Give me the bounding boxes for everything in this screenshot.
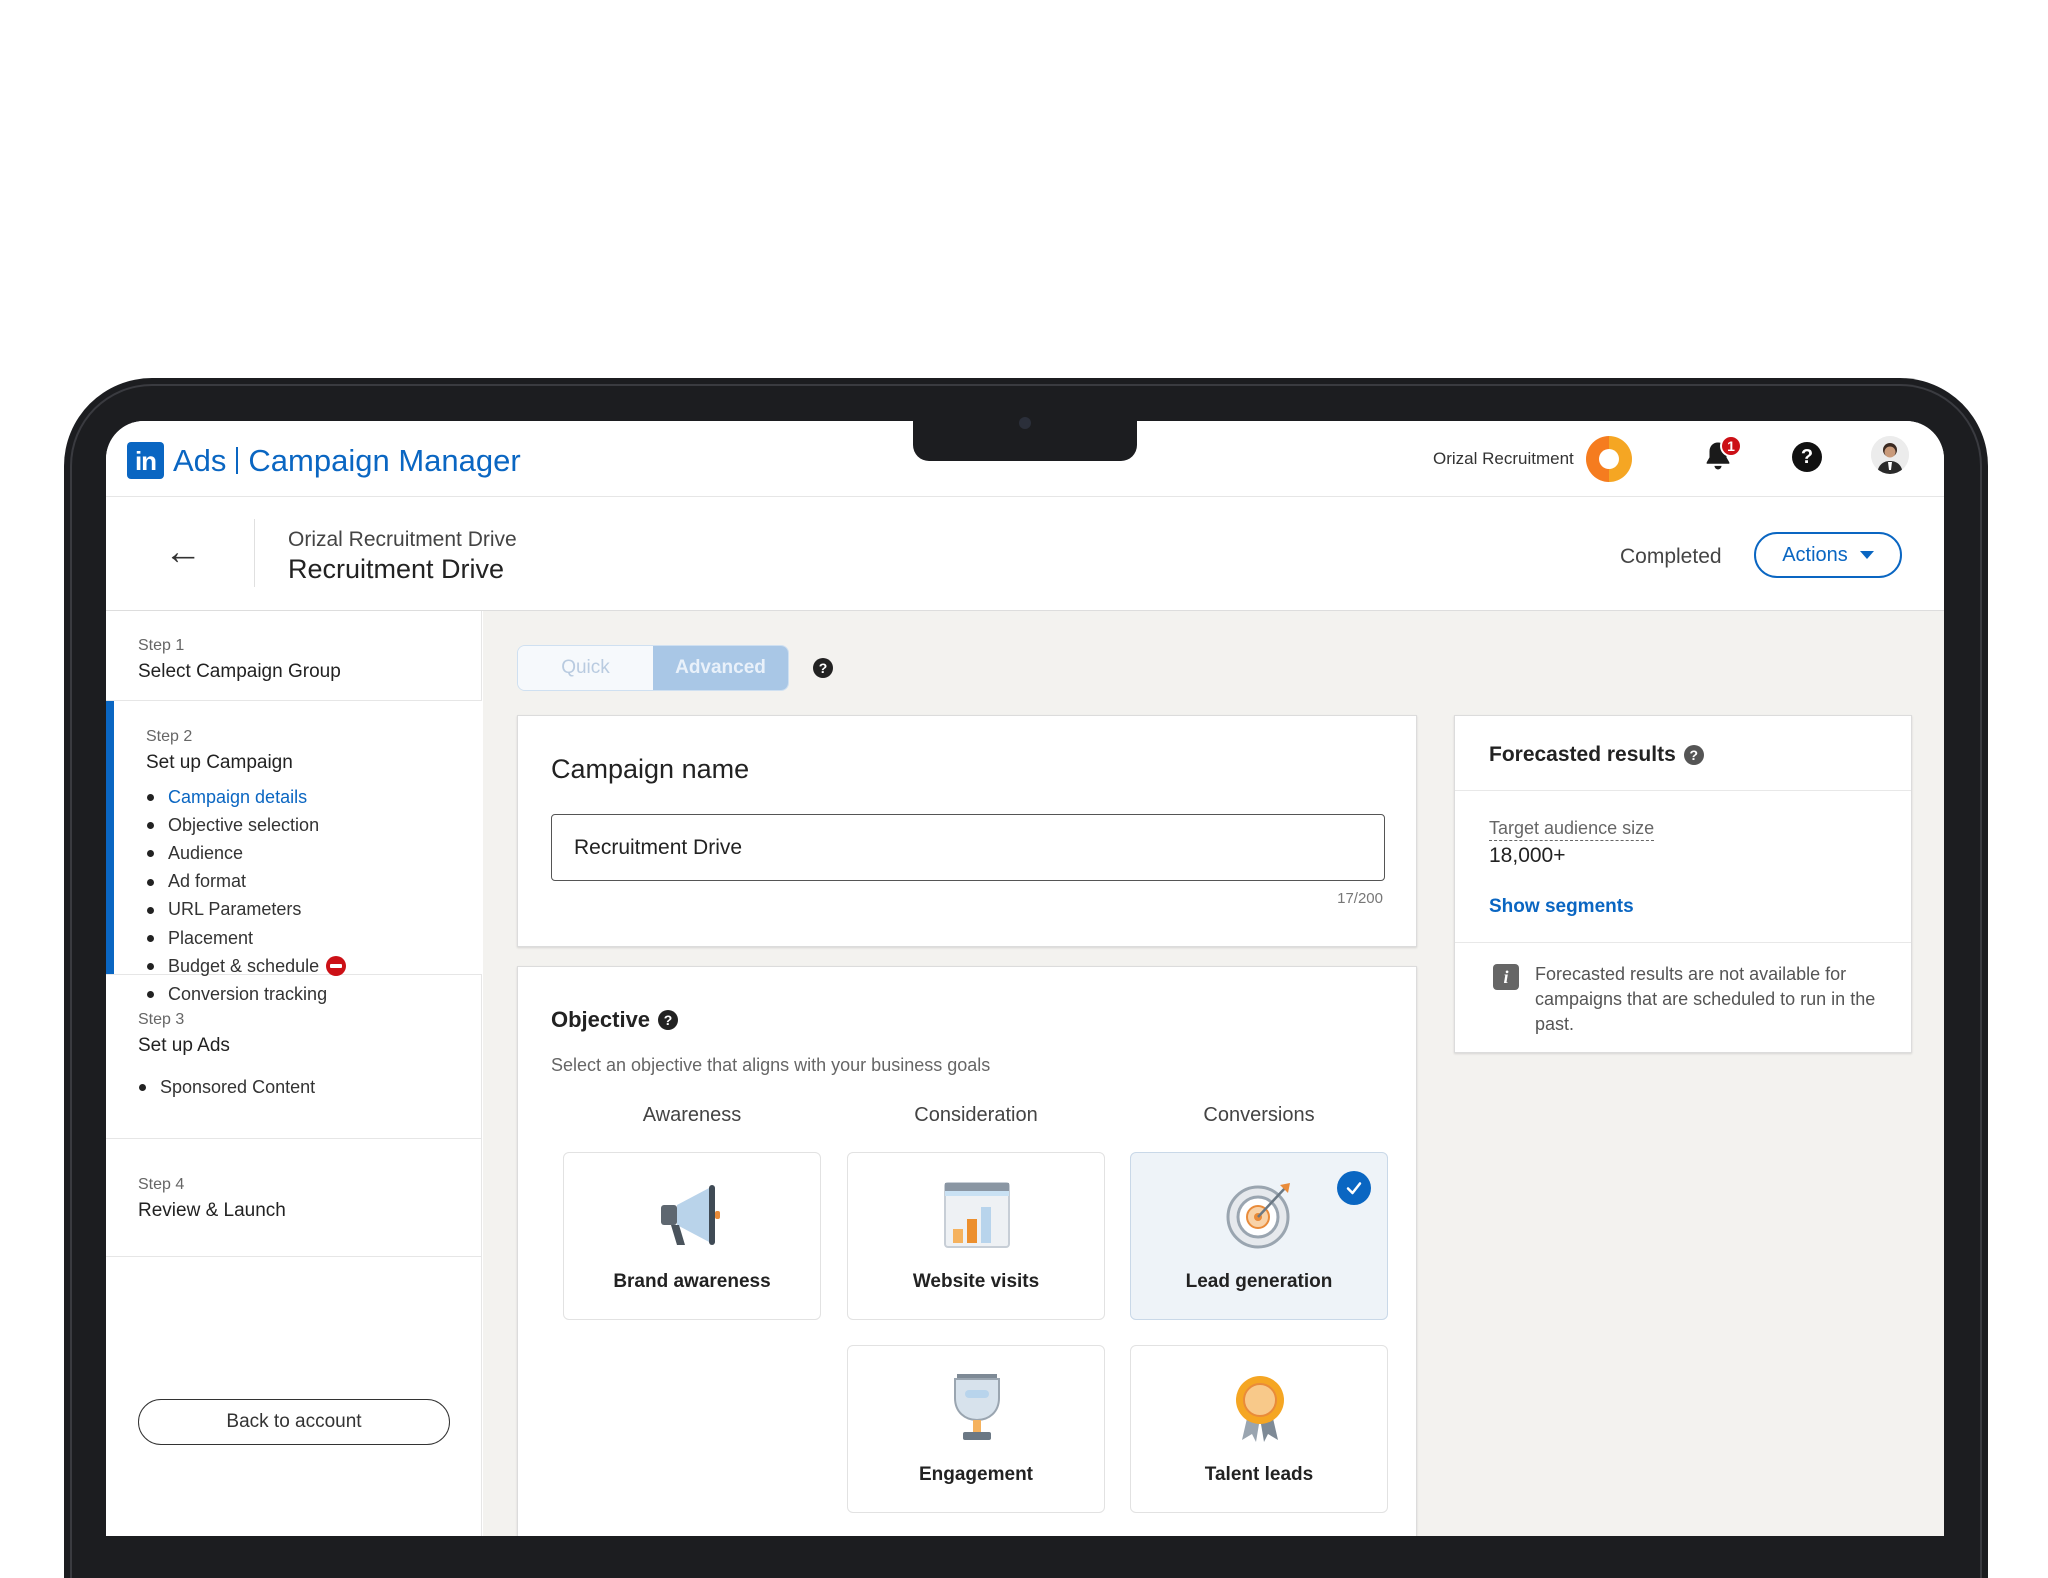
actions-dropdown-button[interactable]: Actions — [1754, 532, 1902, 578]
substep-objective-selection[interactable]: Objective selection — [146, 811, 346, 839]
header-divider — [254, 519, 255, 587]
substep-url-parameters[interactable]: URL Parameters — [146, 896, 346, 924]
substep-audience[interactable]: Audience — [146, 839, 346, 867]
tile-label: Lead generation — [1185, 1271, 1333, 1292]
tile-label: Talent leads — [1204, 1464, 1314, 1485]
back-to-account-button[interactable]: Back to account — [138, 1399, 450, 1445]
actions-label: Actions — [1782, 543, 1848, 566]
steps-sidebar: Step 1 Select Campaign Group Step 2 Set … — [106, 611, 482, 1536]
tile-label: Brand awareness — [613, 1271, 771, 1292]
user-avatar[interactable] — [1871, 436, 1909, 474]
step-label: Step 2 — [146, 728, 193, 745]
bar-chart-window-icon — [944, 1182, 1010, 1248]
objective-card: Objective ? Select an objective that ali… — [517, 966, 1417, 1536]
target-audience-label[interactable]: Target audience size — [1489, 818, 1655, 841]
forecast-heading: Forecasted results ? — [1489, 743, 1704, 767]
objective-tile-engagement[interactable]: Engagement — [847, 1345, 1105, 1513]
brand-logo[interactable]: in Ads Campaign Manager — [127, 442, 521, 479]
target-audience-value: 18,000+ — [1489, 844, 1566, 867]
trophy-icon — [954, 1374, 1000, 1440]
substep-sponsored-content[interactable]: Sponsored Content — [138, 1073, 315, 1101]
active-step-indicator — [106, 701, 114, 974]
forecast-help-icon[interactable]: ? — [1683, 745, 1704, 765]
column-awareness: Awareness — [642, 1104, 742, 1126]
notification-count-badge: 1 — [1720, 435, 1742, 457]
info-icon: i — [1493, 964, 1519, 990]
step-4[interactable]: Step 4 Review & Launch — [106, 1139, 482, 1257]
objective-tile-talent-leads[interactable]: Talent leads — [1130, 1345, 1388, 1513]
step-title: Set up Ads — [138, 1035, 230, 1056]
target-icon — [1226, 1183, 1290, 1249]
tile-label: Website visits — [912, 1271, 1040, 1292]
campaign-name-card: Campaign name Recruitment Drive 17/200 — [517, 715, 1417, 947]
main-content: Quick Advanced ? Campaign name Recruitme… — [483, 611, 1944, 1536]
forecast-title: Forecasted results — [1489, 743, 1676, 766]
campaign-name-input[interactable]: Recruitment Drive — [551, 814, 1385, 881]
divider — [1455, 790, 1911, 791]
divider — [1455, 942, 1911, 943]
objective-tile-brand-awareness[interactable]: Brand awareness — [563, 1152, 821, 1320]
step-title: Review & Launch — [138, 1200, 286, 1221]
objective-tile-website-visits[interactable]: Website visits — [847, 1152, 1105, 1320]
caret-down-icon — [1859, 551, 1874, 559]
show-segments-link[interactable]: Show segments — [1489, 896, 1634, 918]
objective-tile-lead-generation[interactable]: Lead generation — [1130, 1152, 1388, 1320]
step-title: Select Campaign Group — [138, 661, 341, 682]
substep-campaign-details[interactable]: Campaign details — [146, 783, 346, 811]
step-label: Step 3 — [138, 1011, 185, 1028]
substep-placement[interactable]: Placement — [146, 924, 346, 952]
objective-help-icon[interactable]: ? — [658, 1010, 679, 1030]
selected-check-icon — [1337, 1171, 1371, 1205]
step-3[interactable]: Step 3 Set up Ads Sponsored Content — [106, 975, 482, 1139]
brand-ads-label: Ads — [173, 442, 227, 478]
forecast-note: Forecasted results are not available for… — [1535, 964, 1876, 1034]
mode-help-icon[interactable]: ? — [813, 658, 833, 678]
step-2[interactable]: Step 2 Set up Campaign Campaign details … — [106, 701, 482, 1004]
back-arrow-icon[interactable]: ← — [164, 533, 202, 571]
campaign-name-heading: Campaign name — [551, 754, 750, 784]
step-label: Step 1 — [138, 637, 185, 654]
character-count: 17/200 — [1337, 890, 1383, 907]
tile-label: Engagement — [918, 1464, 1034, 1485]
account-logo-icon[interactable] — [1586, 436, 1632, 482]
account-name[interactable]: Orizal Recruitment — [1433, 449, 1574, 469]
camera-lens — [1019, 417, 1031, 429]
objective-heading: Objective ? — [551, 1007, 679, 1033]
objective-title: Objective — [551, 1007, 651, 1032]
objective-description: Select an objective that aligns with you… — [551, 1055, 991, 1075]
column-consideration: Consideration — [914, 1104, 1038, 1126]
step-1[interactable]: Step 1 Select Campaign Group — [106, 611, 482, 701]
campaign-header: ← Orizal Recruitment Drive Recruitment D… — [106, 497, 1944, 611]
page-title: Recruitment Drive — [288, 554, 505, 584]
setup-mode-toggle: Quick Advanced — [517, 645, 789, 691]
brand-product-label: Campaign Manager — [248, 442, 521, 478]
breadcrumb[interactable]: Orizal Recruitment Drive — [288, 528, 517, 552]
advanced-mode-option[interactable]: Advanced — [653, 646, 788, 690]
brand-divider — [236, 447, 239, 474]
step-label: Step 4 — [138, 1176, 185, 1193]
quick-mode-option[interactable]: Quick — [518, 646, 653, 690]
forecasted-results-card: Forecasted results ? Target audience siz… — [1454, 715, 1912, 1053]
column-conversions: Conversions — [1203, 1104, 1315, 1126]
substep-ad-format[interactable]: Ad format — [146, 868, 346, 896]
step-3-substeps: Sponsored Content — [138, 1073, 315, 1101]
step-title: Set up Campaign — [146, 752, 293, 773]
app-screen: in Ads Campaign Manager Orizal Recruitme… — [106, 421, 1944, 1536]
checkmark-icon — [1346, 1182, 1362, 1195]
error-blocked-icon — [326, 956, 347, 977]
linkedin-logo-icon: in — [127, 442, 164, 479]
help-icon[interactable]: ? — [1792, 442, 1822, 472]
megaphone-icon — [661, 1185, 720, 1245]
campaign-status: Completed — [1620, 545, 1722, 568]
substep-budget-label: Budget & schedule — [168, 955, 320, 976]
award-ribbon-icon — [1236, 1376, 1284, 1442]
